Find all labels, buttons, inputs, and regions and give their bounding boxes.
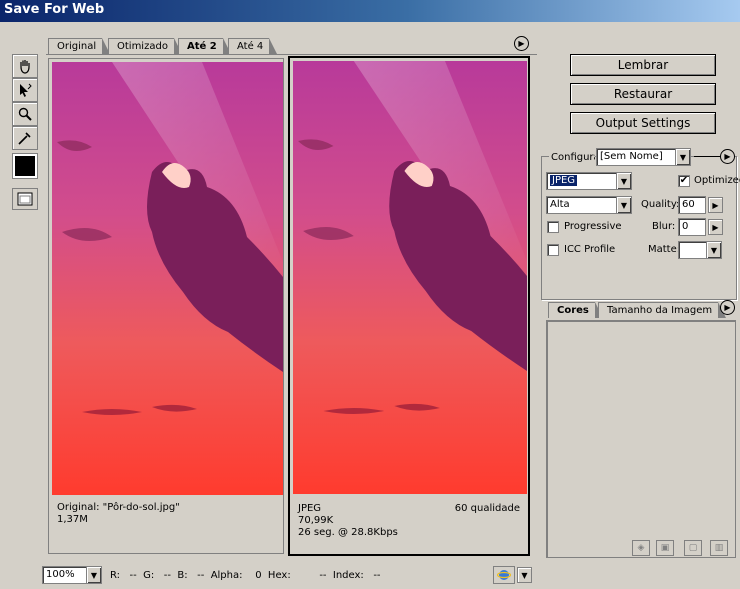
settings-label: Configurar (549, 152, 595, 163)
status-bar: 100% ▼ R: -- G: -- B: -- Alpha: 0 Hex: --… (42, 566, 542, 586)
quality-slider-arrow-icon[interactable]: ▶ (708, 197, 723, 213)
preset-select[interactable]: [Sem Nome] ▼ (596, 148, 691, 166)
original-image (52, 62, 283, 495)
trash-icon[interactable]: ▥ (710, 540, 728, 556)
eyedropper-tool-icon[interactable] (12, 126, 38, 150)
toggle-slices-icon[interactable] (12, 188, 38, 210)
color-table-menu-icon[interactable]: ▶ (720, 300, 735, 315)
output-settings-button[interactable]: Output Settings (570, 112, 716, 134)
optimized-size: 70,99K (298, 515, 334, 526)
chevron-down-icon: ▼ (616, 197, 631, 213)
tab-2-up[interactable]: Até 2 (178, 38, 231, 54)
new-color-icon[interactable]: ▢ (684, 540, 702, 556)
color-readout: R: -- G: -- B: -- Alpha: 0 Hex: -- Index… (110, 570, 381, 581)
chevron-down-icon: ▼ (675, 149, 690, 165)
save-for-web-dialog: Original Otimizado Até 2 Até 4 ▶ Origina… (0, 22, 740, 589)
original-filename: Original: "Pôr-do-sol.jpg" (57, 502, 180, 513)
matte-label: Matte: (648, 244, 681, 255)
icc-profile-label: ICC Profile (564, 244, 616, 255)
preview-menu-icon[interactable]: ▶ (514, 36, 529, 51)
restore-button[interactable]: Restaurar (570, 83, 716, 105)
blur-slider-arrow-icon[interactable]: ▶ (708, 219, 723, 235)
chevron-down-icon: ▼ (706, 242, 721, 258)
download-time: 26 seg. @ 28.8Kbps (298, 527, 398, 538)
tab-optimized[interactable]: Otimizado (108, 38, 182, 54)
eyedropper-color-swatch[interactable] (12, 153, 38, 179)
optimized-pane[interactable]: JPEG 60 qualidade 70,99K 26 seg. @ 28.8K… (288, 56, 530, 556)
optimized-checkbox[interactable]: ✔ (678, 175, 690, 187)
quality-input[interactable]: 60 (678, 196, 706, 214)
format-select[interactable]: JPEG ▼ (546, 172, 632, 190)
blur-label: Blur: (652, 221, 676, 232)
optimized-caption: JPEG 60 qualidade 70,99K 26 seg. @ 28.8K… (298, 503, 520, 539)
browser-preview-icon[interactable] (493, 566, 515, 584)
window-title: Save For Web (0, 0, 740, 22)
original-size: 1,37M (57, 514, 88, 525)
zoom-select[interactable]: 100% ▼ (42, 566, 102, 584)
hand-tool-icon[interactable] (12, 54, 38, 78)
quality-label: Quality: (641, 199, 680, 210)
icc-profile-checkbox[interactable] (547, 244, 559, 256)
optimized-image (293, 61, 527, 494)
progressive-label: Progressive (564, 221, 622, 232)
lock-color-icon[interactable]: ▣ (656, 540, 674, 556)
web-shift-icon[interactable]: ◈ (632, 540, 650, 556)
settings-menu-icon[interactable]: ▶ (720, 149, 735, 164)
zoom-tool-icon[interactable] (12, 102, 38, 126)
original-pane: Original: "Pôr-do-sol.jpg" 1,37M (48, 58, 284, 554)
divider-line (694, 156, 720, 157)
optimized-label: Optimized (694, 175, 740, 186)
browser-menu-chevron-down-icon[interactable]: ▼ (517, 567, 532, 583)
tab-original[interactable]: Original (48, 38, 111, 54)
chevron-down-icon: ▼ (616, 173, 631, 189)
optimized-quality: 60 qualidade (454, 503, 520, 514)
original-caption: Original: "Pôr-do-sol.jpg" 1,37M (57, 502, 275, 526)
tab-colors[interactable]: Cores (548, 302, 603, 318)
quality-preset-select[interactable]: Alta ▼ (546, 196, 632, 214)
slice-select-tool-icon[interactable] (12, 78, 38, 102)
tab-4-up[interactable]: Até 4 (228, 38, 278, 54)
progressive-checkbox[interactable] (547, 221, 559, 233)
tab-divider (46, 54, 537, 55)
remember-button[interactable]: Lembrar (570, 54, 716, 76)
tab-image-size[interactable]: Tamanho da Imagem (598, 302, 727, 318)
color-table[interactable] (546, 320, 736, 558)
blur-input[interactable]: 0 (678, 218, 706, 236)
chevron-down-icon: ▼ (86, 567, 101, 583)
matte-select[interactable]: ▼ (678, 241, 722, 259)
